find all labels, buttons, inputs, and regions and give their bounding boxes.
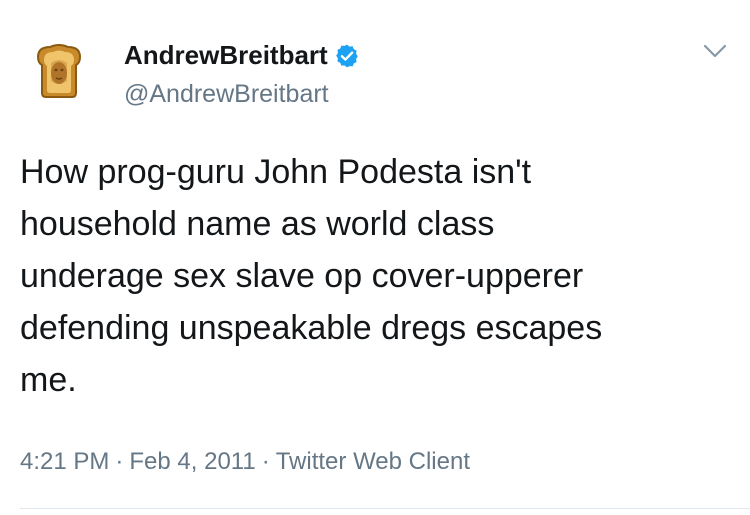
chevron-down-icon[interactable] [702,42,728,60]
verified-badge-icon [335,44,358,68]
user-handle[interactable]: @AndrewBreitbart [124,79,329,109]
display-name[interactable]: AndrewBreitbart [124,40,360,70]
avatar[interactable] [20,33,98,111]
display-name-text[interactable]: AndrewBreitbart [124,40,328,70]
separator-dot: · [115,448,124,475]
divider [20,508,750,509]
separator-dot: · [261,448,270,475]
tweet-date[interactable]: Feb 4, 2011 [129,448,255,475]
toast-avatar-image [36,44,82,98]
tweet-time[interactable]: 4:21 PM [20,448,109,475]
tweet-client[interactable]: Twitter Web Client [276,448,470,475]
tweet-metadata: 4:21 PM · Feb 4, 2011 · Twitter Web Client [20,447,470,477]
tweet-text: How prog-guru John Podesta isn't househo… [20,153,603,399]
